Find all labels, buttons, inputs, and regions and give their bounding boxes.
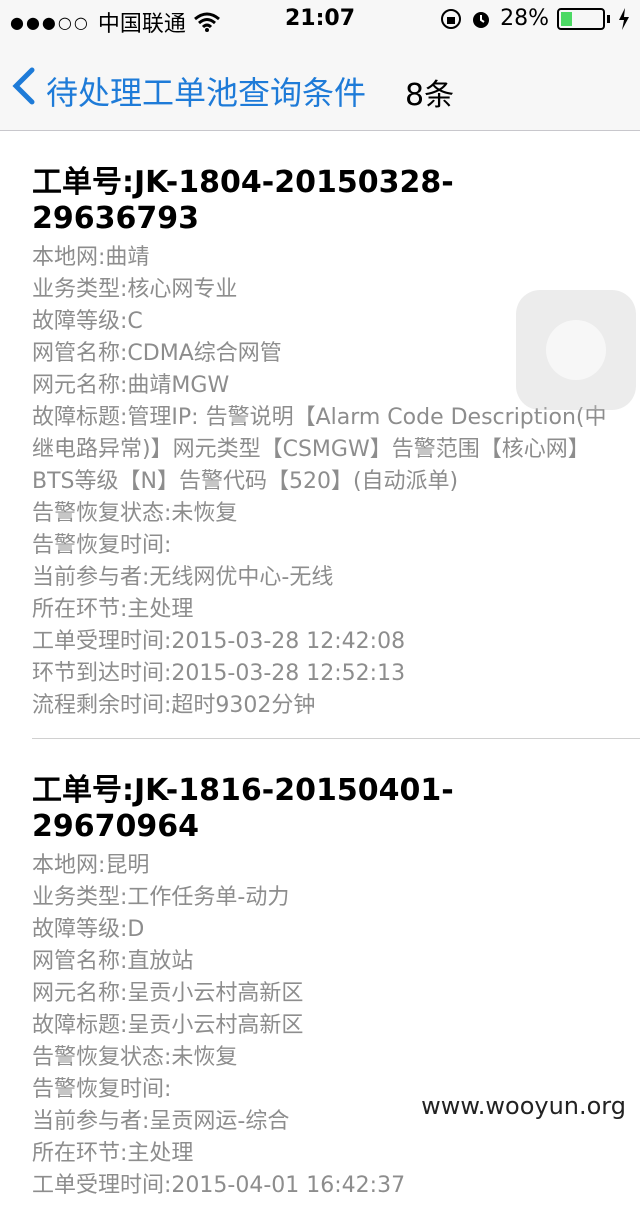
back-button-title[interactable]: 待处理工单池查询条件 bbox=[46, 68, 366, 114]
order-field-remaining-time: 流程剩余时间:超时9302分钟 bbox=[32, 693, 316, 718]
order-card[interactable]: 工单号:JK-1816-20150401-29670964 本地网:昆明 业务类… bbox=[0, 739, 640, 1218]
order-field-nms-name: 网管名称:直放站 bbox=[32, 949, 194, 974]
order-id: 工单号:JK-1816-20150401-29670964 bbox=[32, 773, 454, 844]
order-field-recovery-status: 告警恢复状态:未恢复 bbox=[32, 501, 238, 526]
back-chevron-icon[interactable] bbox=[10, 66, 38, 106]
order-field-ne-name: 网元名称:呈贡小云村高新区 bbox=[32, 981, 304, 1006]
order-field-fault-title: 故障标题:呈贡小云村高新区 bbox=[32, 1013, 304, 1038]
order-field-accept-time: 工单受理时间:2015-04-01 16:42:37 bbox=[32, 1173, 406, 1198]
battery-icon bbox=[557, 7, 605, 30]
order-field-local-network: 本地网:曲靖 bbox=[32, 245, 150, 270]
status-bar: ●●●○○ 中国联通 21:07 28% bbox=[0, 0, 640, 40]
order-field-recovery-time: 告警恢复时间: bbox=[32, 533, 172, 558]
order-card[interactable]: 工单号:JK-1804-20150328-29636793 本地网:曲靖 业务类… bbox=[0, 131, 640, 738]
assistive-touch-inner bbox=[546, 320, 606, 380]
battery-level-fill bbox=[561, 11, 573, 26]
navigation-bar: 待处理工单池查询条件 8条 bbox=[0, 40, 640, 131]
order-field-accept-time: 工单受理时间:2015-03-28 12:42:08 bbox=[32, 629, 406, 654]
order-field-participant: 当前参与者:无线网优中心-无线 bbox=[32, 565, 334, 590]
order-id: 工单号:JK-1804-20150328-29636793 bbox=[32, 165, 454, 236]
order-field-local-network: 本地网:昆明 bbox=[32, 853, 150, 878]
alarm-icon bbox=[473, 11, 490, 28]
rotation-lock-icon bbox=[441, 8, 462, 29]
battery-percent: 28% bbox=[500, 6, 549, 31]
result-count: 8条 bbox=[405, 78, 455, 113]
order-field-business-type: 业务类型:工作任务单-动力 bbox=[32, 885, 290, 910]
charging-bolt-icon bbox=[619, 7, 629, 30]
order-field-recovery-status: 告警恢复状态:未恢复 bbox=[32, 1045, 238, 1070]
order-field-arrival-time: 环节到达时间:2015-03-28 12:52:13 bbox=[32, 661, 406, 686]
watermark: www.wooyun.org bbox=[417, 1090, 630, 1122]
order-field-fault-level: 故障等级:D bbox=[32, 917, 145, 942]
assistive-touch-button[interactable] bbox=[516, 290, 636, 410]
battery-cap bbox=[607, 14, 610, 23]
order-field-stage: 所在环节:主处理 bbox=[32, 597, 194, 622]
order-field-stage: 所在环节:主处理 bbox=[32, 1141, 194, 1166]
order-field-fault-title: 故障标题:管理IP: 告警说明【Alarm Code Description(中… bbox=[32, 405, 607, 494]
